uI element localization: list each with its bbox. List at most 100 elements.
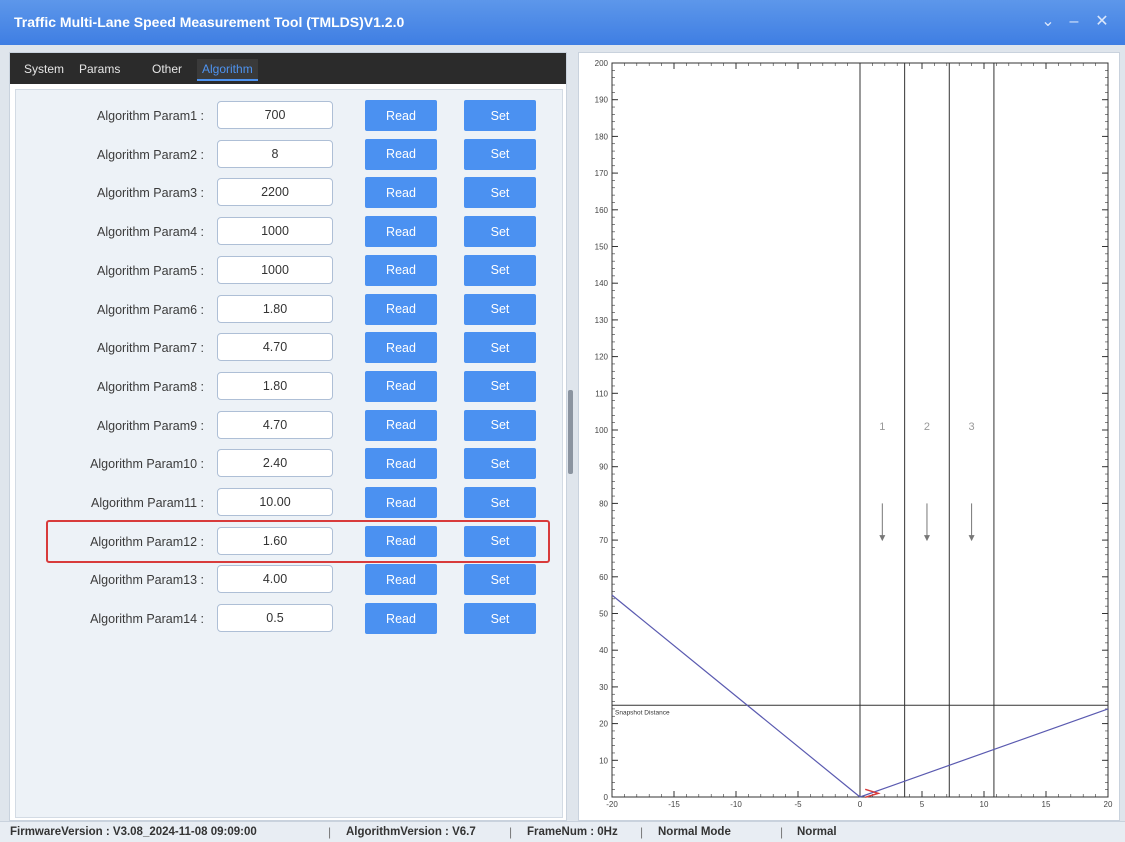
param-value-input[interactable]: [217, 526, 333, 555]
set-button[interactable]: Set: [464, 100, 536, 131]
y-tick-label: 130: [595, 316, 609, 325]
read-button[interactable]: Read: [365, 487, 437, 518]
y-tick-label: 50: [599, 610, 608, 619]
param-value-input[interactable]: [217, 371, 333, 400]
read-button[interactable]: Read: [365, 100, 437, 131]
algorithm-params-list: Algorithm Param1 :ReadSetAlgorithm Param…: [15, 89, 563, 818]
read-button[interactable]: Read: [365, 177, 437, 209]
lane-arrow-head: [923, 535, 930, 542]
set-button[interactable]: Set: [464, 448, 536, 480]
read-button[interactable]: Read: [365, 448, 437, 480]
param-label: Algorithm Param7 :: [97, 341, 204, 356]
param-value-input[interactable]: [217, 333, 333, 362]
read-button[interactable]: Read: [365, 293, 437, 325]
param-value-input[interactable]: [217, 488, 333, 516]
set-button[interactable]: Set: [464, 409, 536, 441]
tab-algorithm[interactable]: Algorithm: [197, 59, 258, 81]
tab-params[interactable]: Params: [74, 59, 125, 79]
set-button[interactable]: Set: [464, 487, 536, 518]
set-button[interactable]: Set: [464, 564, 536, 596]
x-tick-label: -5: [794, 800, 802, 809]
detection-boundary-line: [611, 594, 861, 798]
read-button[interactable]: Read: [365, 138, 437, 170]
status-separator: |: [640, 825, 644, 839]
param-row: Algorithm Param14 : Read Set: [16, 603, 562, 637]
param-value-input[interactable]: [217, 101, 333, 129]
y-tick-label: 160: [595, 206, 609, 215]
x-tick-label: 10: [980, 800, 989, 809]
lane-arrow-head: [968, 535, 975, 542]
lane-arrow-head: [879, 535, 886, 542]
param-value-input[interactable]: [217, 449, 333, 478]
param-label: Algorithm Param8 :: [97, 379, 204, 394]
param-value-input[interactable]: [217, 294, 333, 323]
params-panel: System Params Other Algorithm Algorithm …: [9, 52, 567, 821]
set-button[interactable]: Set: [464, 254, 536, 286]
read-button[interactable]: Read: [365, 370, 437, 402]
param-value-input[interactable]: [217, 255, 333, 284]
read-button[interactable]: Read: [365, 564, 437, 596]
read-button[interactable]: Read: [365, 216, 437, 248]
algorithm-version: AlgorithmVersion : V6.7: [346, 826, 476, 838]
tab-other[interactable]: Other: [147, 59, 187, 79]
set-button[interactable]: Set: [464, 370, 536, 402]
y-tick-label: 120: [595, 353, 609, 362]
close-icon[interactable]: ✕: [1090, 10, 1114, 34]
y-tick-label: 40: [599, 646, 608, 655]
y-tick-label: 180: [595, 132, 609, 141]
status-separator: |: [328, 825, 332, 839]
set-button[interactable]: Set: [464, 138, 536, 170]
tab-bar: System Params Other Algorithm: [10, 53, 566, 84]
x-tick-label: -15: [668, 800, 680, 809]
status-bar: FirmwareVersion : V3.08_2024-11-08 09:09…: [0, 821, 1125, 842]
minimize-panel-icon[interactable]: ⌄: [1036, 10, 1060, 34]
read-button[interactable]: Read: [365, 332, 437, 364]
read-button[interactable]: Read: [365, 603, 437, 635]
set-button[interactable]: Set: [464, 216, 536, 248]
y-tick-label: 20: [599, 720, 608, 729]
y-tick-label: 90: [599, 463, 608, 472]
param-row: Algorithm Param7 : Read Set: [16, 332, 562, 366]
connection-status: Normal: [797, 826, 837, 838]
set-button[interactable]: Set: [464, 525, 536, 557]
read-button[interactable]: Read: [365, 525, 437, 557]
param-label: Algorithm Param14 :: [90, 612, 204, 627]
param-value-input[interactable]: [217, 565, 333, 594]
param-label: Algorithm Param2 :: [97, 147, 204, 162]
lane-chart: 0102030405060708090100110120130140150160…: [595, 59, 1113, 809]
read-button[interactable]: Read: [365, 254, 437, 286]
param-row: Algorithm Param4 : Read Set: [16, 216, 562, 250]
param-row: Algorithm Param6 : Read Set: [16, 293, 562, 328]
lane-number-label: 2: [924, 421, 930, 433]
read-button[interactable]: Read: [365, 409, 437, 441]
param-row: Algorithm Param13 : Read Set: [16, 564, 562, 598]
param-label: Algorithm Param5 :: [97, 263, 204, 278]
set-button[interactable]: Set: [464, 603, 536, 635]
y-tick-label: 10: [599, 756, 608, 765]
param-value-input[interactable]: [217, 139, 333, 168]
param-label: Algorithm Param11 :: [90, 496, 204, 510]
tab-system[interactable]: System: [19, 59, 69, 79]
param-label: Algorithm Param13 :: [90, 573, 204, 588]
minimize-icon[interactable]: –: [1062, 10, 1086, 34]
frame-rate: FrameNum : 0Hz: [527, 826, 618, 838]
mode-status: Normal Mode: [658, 826, 731, 838]
status-separator: |: [780, 825, 784, 839]
lane-chart-panel: 0 10 20 30 40 50 60 70 80 90 100 110 120 130 140 150 160…: [578, 52, 1120, 821]
y-tick-label: 140: [595, 279, 609, 288]
x-tick-label: -10: [730, 800, 742, 809]
param-row: Algorithm Param10 : Read Set: [16, 448, 562, 482]
set-button[interactable]: Set: [464, 177, 536, 209]
y-tick-label: 30: [599, 683, 608, 692]
window-title: Traffic Multi-Lane Speed Measurement Too…: [14, 14, 405, 30]
scrollbar-thumb[interactable]: [568, 390, 573, 474]
param-row: Algorithm Param2 : Read Set: [16, 138, 562, 173]
set-button[interactable]: Set: [464, 293, 536, 325]
set-button[interactable]: Set: [464, 332, 536, 364]
param-value-input[interactable]: [217, 410, 333, 439]
status-separator: |: [509, 825, 513, 839]
param-value-input[interactable]: [217, 604, 333, 633]
param-value-input[interactable]: [217, 217, 333, 246]
param-value-input[interactable]: [217, 178, 333, 207]
x-tick-label: -20: [606, 800, 618, 809]
